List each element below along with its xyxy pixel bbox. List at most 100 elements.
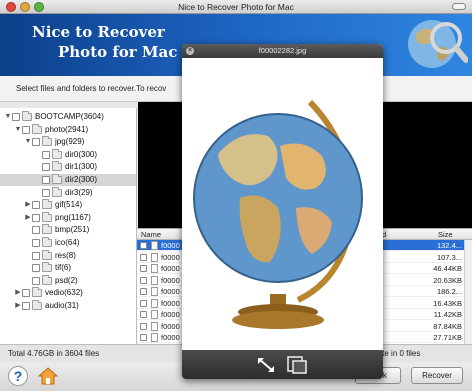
tree-item[interactable]: res(8) — [24, 249, 136, 262]
tree-item[interactable]: tif(6) — [24, 262, 136, 274]
folder-icon — [42, 237, 52, 247]
tree-item-checkbox[interactable] — [32, 201, 40, 210]
file-icon — [151, 333, 158, 342]
tree-item-checkbox[interactable] — [22, 302, 30, 310]
tree-item-checkbox[interactable] — [32, 226, 40, 235]
window-zoom-button[interactable] — [34, 2, 44, 12]
quicklook-title-bar: × f00002282.jpg — [182, 44, 383, 58]
status-total: Total 4.76GB in 3604 files — [8, 349, 100, 358]
tree-item-checkbox[interactable] — [42, 188, 50, 197]
tree-item[interactable]: ▶ vedio(632) — [14, 287, 136, 299]
tree-item[interactable]: dir3(29) — [34, 186, 136, 199]
tree-item-checkbox[interactable] — [32, 213, 40, 222]
tree-item[interactable]: dir1(300) — [34, 161, 136, 173]
file-row-checkbox[interactable] — [140, 276, 147, 284]
file-row-checkbox[interactable] — [140, 265, 147, 272]
window-title: Nice to Recover Photo for Mac — [178, 2, 294, 12]
brand-line-1: Nice to Recover — [32, 23, 165, 41]
file-name: f0000 — [161, 321, 180, 331]
file-row-checkbox[interactable] — [140, 322, 147, 330]
tree-item[interactable]: dir0(300) — [34, 148, 136, 161]
file-size: 186.2... — [436, 287, 462, 296]
disclosure-collapsed-icon[interactable]: ▶ — [24, 199, 32, 211]
preview-image-globe — [182, 58, 383, 350]
tree-item-label: vedio(632) — [45, 288, 83, 298]
file-size: 27.71KB — [433, 333, 462, 342]
tree-item-checkbox[interactable] — [32, 264, 40, 273]
folder-icon — [32, 123, 42, 134]
tree-item-checkbox[interactable] — [22, 289, 30, 298]
recover-button[interactable]: Recover — [411, 367, 463, 384]
column-header-size[interactable]: Size — [438, 229, 453, 240]
disclosure-collapsed-icon[interactable]: ▶ — [24, 212, 32, 224]
tree-item-label: bmp(251) — [55, 225, 90, 235]
help-icon[interactable]: ? — [8, 366, 28, 386]
folder-icon — [42, 136, 52, 147]
folder-tree: ▼ BOOTCAMP(3604) ▼ photo(2941) ▼ jpg(929) dir0… — [0, 108, 137, 344]
tree-item-checkbox[interactable] — [32, 138, 40, 147]
disclosure-expanded-icon[interactable]: ▼ — [24, 136, 32, 148]
file-name: f0000 — [161, 310, 180, 319]
home-icon[interactable] — [38, 367, 58, 385]
file-row-checkbox[interactable] — [140, 299, 147, 307]
folder-icon — [32, 300, 42, 310]
open-in-preview-icon[interactable] — [286, 355, 308, 375]
tree-item-checkbox[interactable] — [32, 276, 40, 285]
disclosure-expanded-icon[interactable]: ▼ — [4, 111, 12, 123]
file-name: f0000 — [161, 275, 180, 285]
tree-item-checkbox[interactable] — [32, 251, 40, 260]
window-minimize-button[interactable] — [20, 2, 30, 12]
file-size: 87.84KB — [433, 321, 462, 331]
tree-item-label: res(8) — [55, 250, 76, 260]
tree-item-label: audio(31) — [45, 301, 79, 310]
tree-item-checkbox[interactable] — [42, 163, 50, 172]
file-size: 132.4... — [436, 241, 462, 250]
file-size: 107.3... — [436, 252, 462, 262]
file-icon — [151, 275, 158, 285]
folder-icon — [22, 111, 32, 121]
close-icon[interactable]: × — [186, 47, 194, 55]
file-list-scrollbar[interactable] — [464, 240, 472, 344]
tree-item[interactable]: ico(64) — [24, 237, 136, 249]
file-name: f0000 — [161, 252, 180, 262]
tree-item[interactable]: ▶ audio(31) — [14, 300, 136, 312]
window-title-bar: Nice to Recover Photo for Mac — [0, 0, 472, 14]
tree-item[interactable]: ▼ BOOTCAMP(3604) — [4, 111, 136, 123]
file-row-checkbox[interactable] — [140, 311, 147, 318]
tree-item-label: photo(2941) — [45, 124, 89, 134]
column-header-name[interactable]: Name — [141, 229, 161, 240]
tree-item-checkbox[interactable] — [12, 113, 20, 121]
disclosure-collapsed-icon[interactable]: ▶ — [14, 300, 22, 312]
tree-item-checkbox[interactable] — [42, 176, 50, 184]
disclosure-collapsed-icon[interactable]: ▶ — [14, 287, 22, 299]
tree-item[interactable]: bmp(251) — [24, 224, 136, 236]
disclosure-expanded-icon[interactable]: ▼ — [14, 124, 22, 136]
tree-item[interactable]: ▶ png(1167) — [24, 211, 136, 224]
file-row-checkbox[interactable] — [140, 253, 147, 261]
folder-icon — [42, 274, 52, 285]
tree-item-checkbox[interactable] — [22, 125, 30, 134]
file-row-checkbox[interactable] — [140, 288, 147, 295]
tree-item[interactable]: psd(2) — [24, 274, 136, 287]
folder-icon — [42, 249, 52, 260]
window-close-button[interactable] — [6, 2, 16, 12]
tree-item[interactable]: ▼ jpg(929) — [24, 136, 136, 148]
tree-item-label: psd(2) — [55, 275, 78, 285]
tree-item-checkbox[interactable] — [42, 150, 50, 159]
file-row-checkbox[interactable] — [140, 242, 147, 249]
file-name: f0000 — [161, 287, 180, 296]
globe-magnifier-logo-icon — [408, 20, 468, 68]
tree-item-label: dir2(300) — [65, 175, 98, 184]
fullscreen-icon[interactable] — [256, 356, 276, 374]
folder-icon — [42, 262, 52, 273]
tree-item-checkbox[interactable] — [32, 239, 40, 247]
file-icon — [151, 310, 158, 319]
file-row-checkbox[interactable] — [140, 334, 147, 341]
tree-item[interactable]: ▼ photo(2941) — [14, 123, 136, 136]
folder-icon — [32, 287, 42, 298]
tree-item[interactable]: dir2(300) — [0, 174, 136, 186]
file-size: 11.42KB — [433, 310, 462, 319]
toolbar-toggle-button[interactable] — [452, 3, 466, 10]
tree-item[interactable]: ▶ gif(514) — [24, 199, 136, 211]
quicklook-filename: f00002282.jpg — [258, 46, 307, 55]
